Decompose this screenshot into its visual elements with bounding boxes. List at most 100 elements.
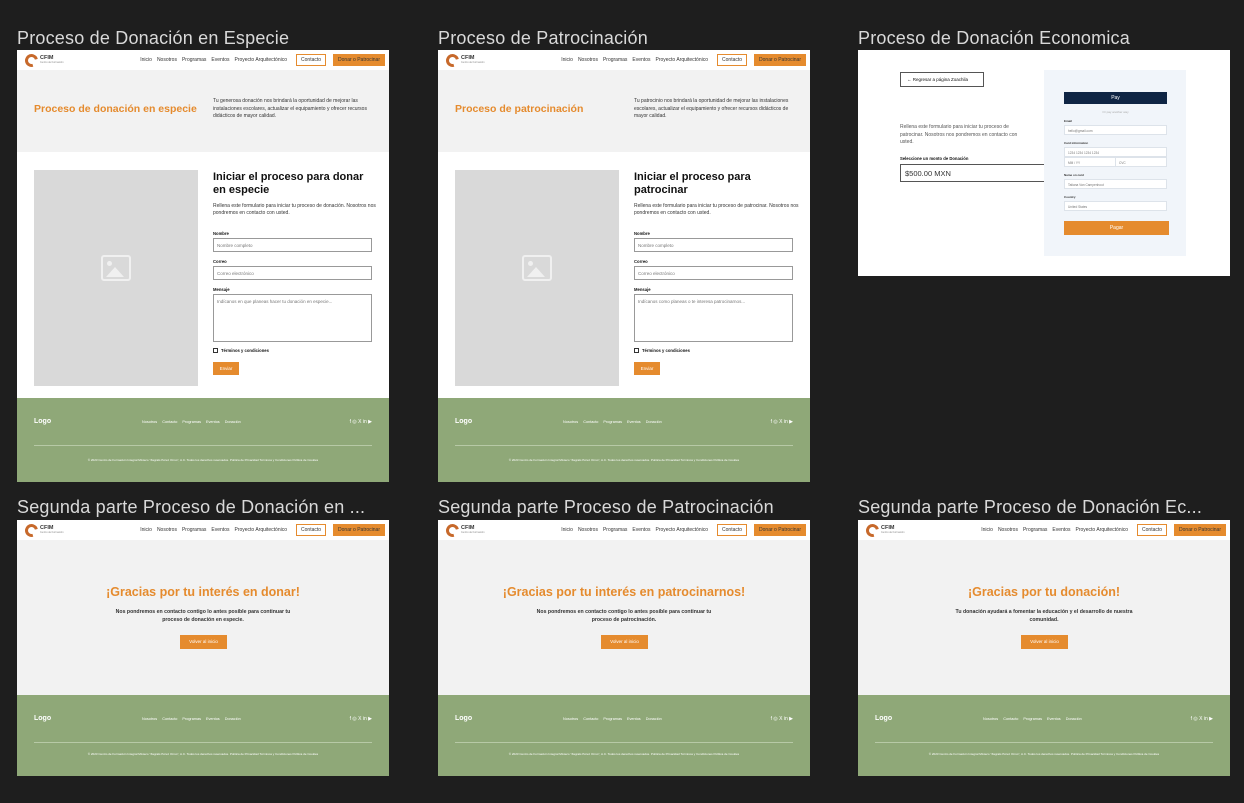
terms-checkbox[interactable]: Términos y condiciones — [634, 348, 690, 353]
nav-link-inicio[interactable]: Inicio — [140, 57, 152, 63]
footer-logo[interactable]: Logo — [455, 715, 472, 722]
footer-logo[interactable]: Logo — [34, 418, 51, 425]
footer-link-nosotros[interactable]: Nosotros — [563, 420, 578, 424]
contact-button[interactable]: Contacto — [717, 54, 748, 66]
back-home-button[interactable]: Volver al inicio — [180, 635, 227, 649]
footer-logo[interactable]: Logo — [875, 715, 892, 722]
footer-link-contacto[interactable]: Contacto — [583, 420, 598, 424]
email-input[interactable]: Correo electrónico — [213, 266, 372, 280]
cfim-logo[interactable]: CFIM Centro de Formación — [863, 521, 904, 539]
nav-link-eventos[interactable]: Eventos — [632, 527, 650, 533]
name-input[interactable]: Nombre completo — [213, 238, 372, 252]
social-icons[interactable]: f ◎ X in ▶ — [350, 419, 372, 425]
nav-link-nosotros[interactable]: Nosotros — [998, 527, 1018, 533]
nav-link-programas[interactable]: Programas — [603, 527, 627, 533]
footer-link-nosotros[interactable]: Nosotros — [142, 420, 157, 424]
footer-link-contacto[interactable]: Contacto — [162, 420, 177, 424]
cfim-logo[interactable]: CFIM Centro de Formación — [22, 51, 63, 69]
nav-link-inicio[interactable]: Inicio — [561, 527, 573, 533]
nav-link-eventos[interactable]: Eventos — [632, 57, 650, 63]
nav-link-proyecto[interactable]: Proyecto Arquitectónico — [1075, 527, 1128, 533]
nav-link-inicio[interactable]: Inicio — [561, 57, 573, 63]
footer-link-eventos[interactable]: Eventos — [206, 420, 220, 424]
submit-button[interactable]: Enviar — [213, 362, 239, 375]
cvc-input[interactable]: CVC — [1115, 157, 1167, 167]
footer-link-programas[interactable]: Programas — [1023, 717, 1042, 721]
social-icons[interactable]: f ◎ X in ▶ — [771, 419, 793, 425]
amount-input[interactable]: $500.00 MXN — [900, 164, 1052, 182]
nav-link-programas[interactable]: Programas — [603, 57, 627, 63]
footer-link-contacto[interactable]: Contacto — [1003, 717, 1018, 721]
nav-link-proyecto[interactable]: Proyecto Arquitectónico — [234, 57, 287, 63]
footer-link-donacion[interactable]: Donación — [646, 420, 662, 424]
back-home-button[interactable]: Volver al inicio — [1021, 635, 1068, 649]
cfim-logo[interactable]: CFIM Centro de Formación — [443, 51, 484, 69]
submit-button[interactable]: Enviar — [634, 362, 660, 375]
card-number-input[interactable]: 1234 1234 1234 1234 — [1064, 147, 1167, 157]
back-button[interactable]: ← Regresar a página Zoachila — [900, 72, 984, 87]
apple-pay-button[interactable]: Pay — [1064, 92, 1167, 104]
email-input[interactable]: hello@gmail.com — [1064, 125, 1167, 135]
footer-link-programas[interactable]: Programas — [603, 717, 622, 721]
nav-link-nosotros[interactable]: Nosotros — [578, 57, 598, 63]
donate-button[interactable]: Donar o Patrocinar — [1174, 524, 1226, 536]
nav-link-nosotros[interactable]: Nosotros — [578, 527, 598, 533]
nav-link-inicio[interactable]: Inicio — [140, 527, 152, 533]
name-on-card-input[interactable]: Tatiana Van Campenhout — [1064, 179, 1167, 189]
pay-button[interactable]: Pagar — [1064, 221, 1169, 235]
footer-link-contacto[interactable]: Contacto — [583, 717, 598, 721]
message-textarea[interactable]: Indícanos en que planeas hacer tu donaci… — [213, 294, 372, 342]
donate-button[interactable]: Donar o Patrocinar — [754, 54, 806, 66]
nav-link-nosotros[interactable]: Nosotros — [157, 57, 177, 63]
nav-link-proyecto[interactable]: Proyecto Arquitectónico — [655, 527, 708, 533]
footer-link-eventos[interactable]: Eventos — [627, 717, 641, 721]
terms-checkbox[interactable]: Términos y condiciones — [213, 348, 269, 353]
footer-link-nosotros[interactable]: Nosotros — [983, 717, 998, 721]
footer-link-programas[interactable]: Programas — [603, 420, 622, 424]
footer-logo[interactable]: Logo — [455, 418, 472, 425]
donate-button[interactable]: Donar o Patrocinar — [333, 54, 385, 66]
footer-link-donacion[interactable]: Donación — [646, 717, 662, 721]
footer-link-eventos[interactable]: Eventos — [206, 717, 220, 721]
nav-link-programas[interactable]: Programas — [182, 527, 206, 533]
footer-link-eventos[interactable]: Eventos — [627, 420, 641, 424]
footer-link-donacion[interactable]: Donación — [225, 420, 241, 424]
nav-link-proyecto[interactable]: Proyecto Arquitectónico — [234, 527, 287, 533]
cfim-logo[interactable]: CFIM Centro de Formación — [443, 521, 484, 539]
social-icons[interactable]: f ◎ X in ▶ — [350, 716, 372, 722]
nav-link-eventos[interactable]: Eventos — [211, 57, 229, 63]
contact-button[interactable]: Contacto — [717, 524, 748, 536]
contact-button[interactable]: Contacto — [296, 54, 327, 66]
social-icons[interactable]: f ◎ X in ▶ — [771, 716, 793, 722]
nav-link-programas[interactable]: Programas — [1023, 527, 1047, 533]
footer-link-contacto[interactable]: Contacto — [162, 717, 177, 721]
footer-link-programas[interactable]: Programas — [182, 420, 201, 424]
nav-link-proyecto[interactable]: Proyecto Arquitectónico — [655, 57, 708, 63]
footer-link-programas[interactable]: Programas — [182, 717, 201, 721]
footer-logo[interactable]: Logo — [34, 715, 51, 722]
nav-link-inicio[interactable]: Inicio — [981, 527, 993, 533]
back-home-button[interactable]: Volver al inicio — [601, 635, 648, 649]
contact-button[interactable]: Contacto — [296, 524, 327, 536]
donate-button[interactable]: Donar o Patrocinar — [754, 524, 806, 536]
expiry-input[interactable]: MM / YY — [1064, 157, 1116, 167]
social-icons[interactable]: f ◎ X in ▶ — [1191, 716, 1213, 722]
message-textarea[interactable]: Indícanos como planeas o te interesa pat… — [634, 294, 793, 342]
footer-link-nosotros[interactable]: Nosotros — [142, 717, 157, 721]
footer-link-eventos[interactable]: Eventos — [1047, 717, 1061, 721]
footer-link-nosotros[interactable]: Nosotros — [563, 717, 578, 721]
cfim-logo[interactable]: CFIM Centro de Formación — [22, 521, 63, 539]
donate-button[interactable]: Donar o Patrocinar — [333, 524, 385, 536]
checkbox-box[interactable] — [634, 348, 639, 353]
checkbox-box[interactable] — [213, 348, 218, 353]
contact-button[interactable]: Contacto — [1137, 524, 1168, 536]
footer-link-donacion[interactable]: Donación — [225, 717, 241, 721]
nav-link-nosotros[interactable]: Nosotros — [157, 527, 177, 533]
nav-link-programas[interactable]: Programas — [182, 57, 206, 63]
nav-link-eventos[interactable]: Eventos — [1052, 527, 1070, 533]
name-input[interactable]: Nombre completo — [634, 238, 793, 252]
email-input[interactable]: Correo electrónico — [634, 266, 793, 280]
country-select[interactable]: United States — [1064, 201, 1167, 211]
footer-link-donacion[interactable]: Donación — [1066, 717, 1082, 721]
nav-link-eventos[interactable]: Eventos — [211, 527, 229, 533]
